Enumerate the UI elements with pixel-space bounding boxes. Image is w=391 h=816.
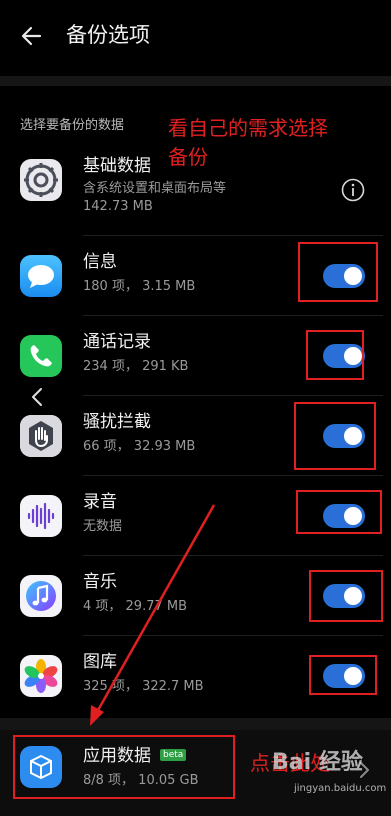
item-name: 音乐 [83, 572, 117, 592]
annotation-select-hint-line2: 备份 [168, 145, 208, 169]
item-name: 信息 [83, 252, 117, 272]
gallery-flower-icon [20, 655, 62, 697]
back-arrow-icon[interactable] [18, 20, 50, 52]
annotation-box-app-data [13, 735, 235, 799]
header-divider [0, 76, 391, 86]
backup-options-screen: 备份选项 选择要备份的数据 基础数据 含系统设置和桌面布局等 142.73 MB… [0, 0, 391, 816]
section-divider [0, 718, 391, 730]
item-count-size: 66 项， 32.93 MB [83, 439, 196, 454]
item-count-size: 180 项， 3.15 MB [83, 279, 196, 294]
watermark-brand: Bai 经验 [272, 750, 363, 775]
phone-icon [20, 335, 62, 377]
info-icon[interactable] [341, 178, 365, 202]
annotation-box-harassment [294, 402, 376, 470]
baidu-jingyan-watermark: Bai 经验 jingyan.baidu.com [272, 748, 386, 808]
hand-stop-icon [20, 415, 62, 457]
annotation-box-messages [298, 242, 378, 302]
annotation-select-hint-line1: 看自己的需求选择 [168, 116, 328, 140]
item-count-size: 4 项， 29.77 MB [83, 599, 188, 614]
messages-icon [20, 255, 62, 297]
item-size: 142.73 MB [83, 199, 153, 214]
item-name: 图库 [83, 652, 117, 672]
sound-wave-icon [20, 495, 62, 537]
app-bar: 备份选项 [0, 0, 391, 76]
item-name: 骚扰拦截 [83, 412, 151, 432]
settings-gear-icon [20, 159, 62, 201]
item-name: 通话记录 [83, 332, 151, 352]
item-count-size: 234 项， 291 KB [83, 359, 189, 374]
item-count-size: 325 项， 322.7 MB [83, 679, 204, 694]
item-description: 含系统设置和桌面布局等 [83, 181, 227, 196]
item-name: 录音 [83, 492, 117, 512]
section-label: 选择要备份的数据 [20, 118, 125, 133]
annotation-box-music [309, 570, 383, 622]
item-count-size: 无数据 [83, 519, 123, 534]
music-note-icon [20, 575, 62, 617]
side-back-chevron-icon[interactable] [30, 386, 44, 408]
watermark-url: jingyan.baidu.com [294, 783, 387, 794]
annotation-box-gallery [309, 655, 377, 695]
page-title: 备份选项 [66, 23, 150, 47]
annotation-box-call-log [306, 330, 364, 380]
annotation-box-recordings [296, 490, 382, 534]
item-name: 基础数据 [83, 156, 151, 176]
